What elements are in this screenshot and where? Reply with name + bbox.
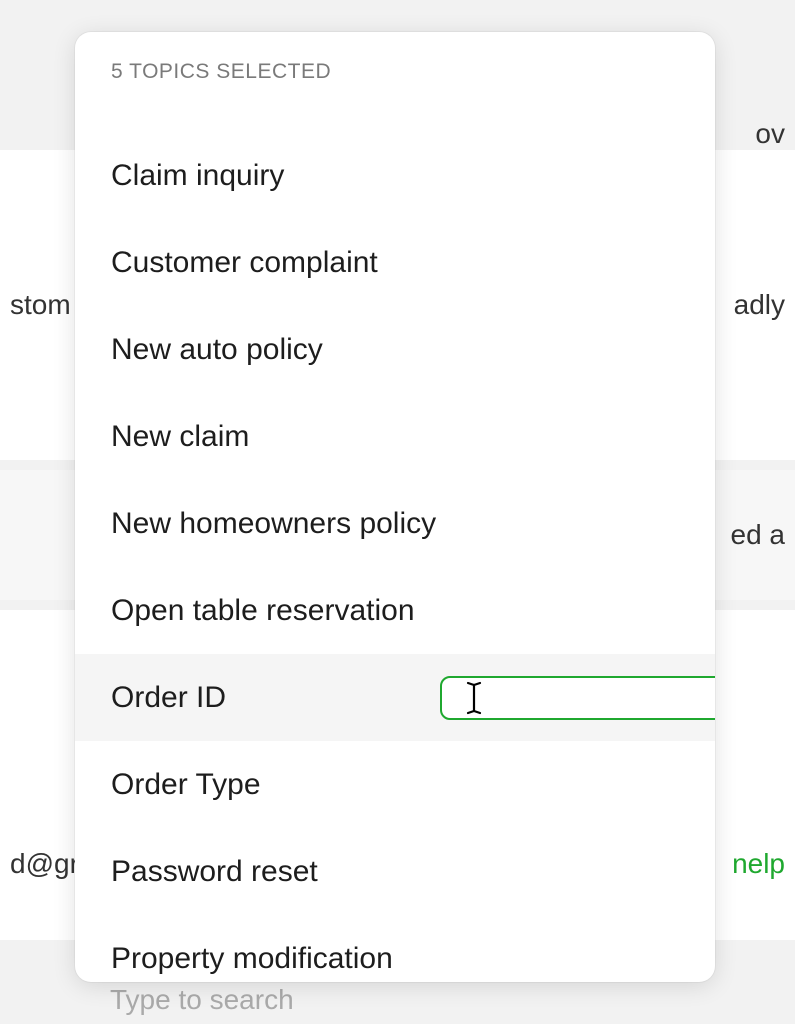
- bg-text-fragment: d@gr: [10, 848, 79, 880]
- bg-text-fragment: adly: [734, 289, 785, 321]
- topics-dropdown: 5 TOPICS SELECTED Claim inquiry Customer…: [75, 32, 715, 982]
- bg-fragment-top-right: ov: [755, 118, 785, 150]
- dropdown-item-new-homeowners-policy[interactable]: New homeowners policy: [75, 480, 715, 567]
- dropdown-item-label: New auto policy: [111, 333, 323, 367]
- dropdown-item-label: Customer complaint: [111, 246, 378, 280]
- dropdown-item-label: Open table reservation: [111, 594, 415, 628]
- dropdown-item-label: Order ID: [111, 681, 226, 715]
- dropdown-item-new-auto-policy[interactable]: New auto policy: [75, 306, 715, 393]
- dropdown-item-order-type[interactable]: Order Type: [75, 741, 715, 828]
- dropdown-item-property-modification[interactable]: Property modification: [75, 915, 715, 982]
- dropdown-item-label: New homeowners policy: [111, 507, 436, 541]
- dropdown-item-open-table-reservation[interactable]: Open table reservation: [75, 567, 715, 654]
- dropdown-item-claim-inquiry[interactable]: Claim inquiry: [75, 132, 715, 219]
- search-placeholder-fragment: Type to search: [110, 984, 294, 1016]
- order-id-input[interactable]: [440, 676, 715, 720]
- order-id-input-wrap: [440, 676, 715, 720]
- dropdown-item-label: Order Type: [111, 768, 261, 802]
- bg-text-fragment: ed a: [731, 519, 786, 551]
- dropdown-header: 5 TOPICS SELECTED: [75, 32, 715, 92]
- dropdown-item-label: Claim inquiry: [111, 159, 284, 193]
- dropdown-list: Claim inquiry Customer complaint New aut…: [75, 92, 715, 982]
- dropdown-item-order-id[interactable]: Order ID: [75, 654, 715, 741]
- bg-text-fragment: nelp: [732, 848, 785, 880]
- dropdown-item-label: Property modification: [111, 942, 393, 976]
- dropdown-item-password-reset[interactable]: Password reset: [75, 828, 715, 915]
- dropdown-item-new-claim[interactable]: New claim: [75, 393, 715, 480]
- dropdown-item-label: Password reset: [111, 855, 318, 889]
- dropdown-item-customer-complaint[interactable]: Customer complaint: [75, 219, 715, 306]
- dropdown-item-label: New claim: [111, 420, 249, 454]
- bg-text-fragment: stom: [10, 289, 71, 321]
